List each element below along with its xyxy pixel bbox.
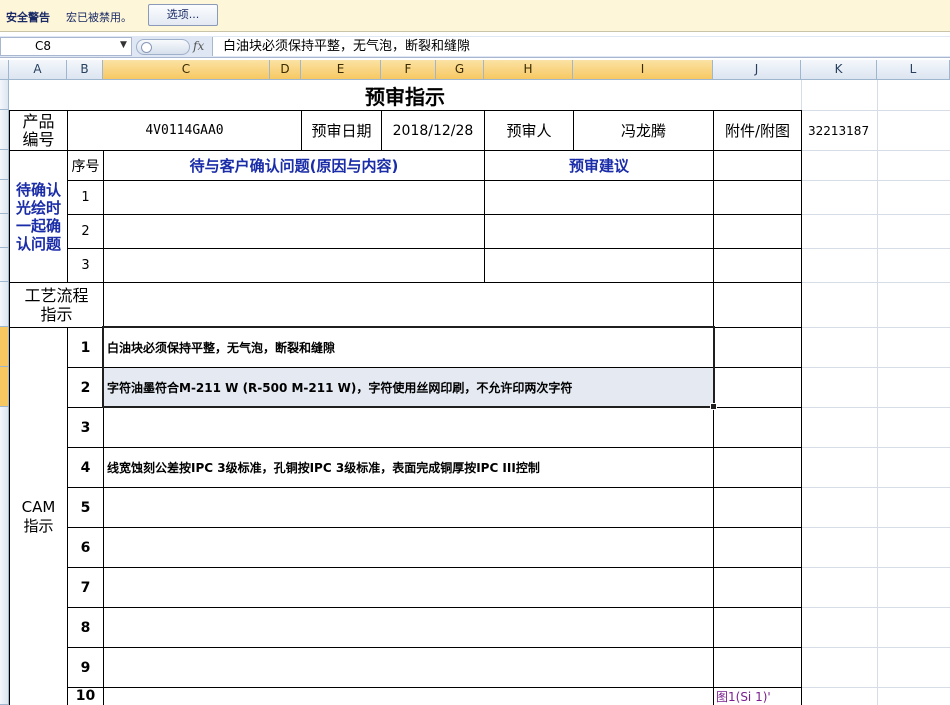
product-code-label[interactable]: 产品编号 (9, 110, 68, 151)
cam-row-number[interactable]: 7 (67, 567, 104, 608)
confirm-advice-cell[interactable] (484, 180, 714, 215)
attachment-cell[interactable] (713, 487, 802, 528)
attachment-cell[interactable] (713, 180, 802, 215)
cam-row-number[interactable]: 10 (67, 687, 104, 705)
attachment-cell[interactable] (713, 567, 802, 608)
attachment-cell[interactable] (713, 282, 802, 328)
attachment-link-cell[interactable]: 图1(Si 1)' (713, 687, 802, 705)
attachment-cell[interactable] (713, 607, 802, 648)
attachment-cell[interactable] (713, 447, 802, 488)
cam-instruction-cell[interactable] (103, 687, 714, 705)
cam-row-number[interactable]: 6 (67, 527, 104, 568)
cam-row-number[interactable]: 8 (67, 607, 104, 648)
fill-handle[interactable] (710, 403, 717, 410)
confirm-issue-cell[interactable] (103, 214, 485, 249)
review-date-label[interactable]: 预审日期 (301, 110, 382, 151)
confirm-row-number[interactable]: 1 (67, 180, 104, 215)
cam-row-number[interactable]: 9 (67, 647, 104, 688)
cam-row-number[interactable]: 5 (67, 487, 104, 528)
confirm-advice-cell[interactable] (484, 248, 714, 283)
issue-header[interactable]: 待与客户确认问题(原因与内容) (103, 150, 485, 181)
cam-instruction-cell[interactable] (103, 567, 714, 608)
confirm-issue-cell[interactable] (103, 248, 485, 283)
seq-header[interactable]: 序号 (67, 150, 104, 181)
cam-row-number[interactable]: 4 (67, 447, 104, 488)
product-code-value[interactable]: 4V0114GAA0 (67, 110, 302, 151)
confirm-section-label-text: 待确认光绘时一起确认问题 (15, 180, 61, 253)
confirm-section-label[interactable]: 待确认光绘时一起确认问题 (9, 150, 68, 283)
cam-row-number[interactable]: 3 (67, 407, 104, 448)
review-date-value[interactable]: 2018/12/28 (381, 110, 485, 151)
sheet-title[interactable]: 预审指示 (9, 80, 801, 111)
cam-instruction-cell[interactable] (103, 607, 714, 648)
cam-label[interactable]: CAM指示 (9, 327, 68, 705)
advice-header[interactable]: 预审建议 (484, 150, 714, 181)
cam-instruction-cell[interactable] (103, 527, 714, 568)
cam-row-number[interactable]: 1 (67, 327, 104, 368)
selection-range (102, 326, 715, 408)
confirm-advice-cell[interactable] (484, 214, 714, 249)
attachment-cell[interactable] (713, 527, 802, 568)
confirm-issue-cell[interactable] (103, 180, 485, 215)
attachment-cell[interactable] (713, 407, 802, 448)
attachment-cell[interactable] (713, 214, 802, 249)
attachment-cell[interactable] (713, 150, 802, 181)
attachment-cell[interactable] (713, 367, 802, 408)
cam-label-text: CAM指示 (21, 497, 56, 535)
confirm-row-number[interactable]: 2 (67, 214, 104, 249)
cam-instruction-cell[interactable]: 线宽蚀刻公差按IPC 3级标准，孔铜按IPC 3级标准，表面完成铜厚按IPC I… (103, 447, 714, 488)
cam-instruction-cell[interactable] (103, 647, 714, 688)
product-code-label-text: 产品编号 (22, 111, 55, 149)
process-content-cell[interactable] (103, 282, 714, 328)
confirm-row-number[interactable]: 3 (67, 248, 104, 283)
cam-row-number[interactable]: 2 (67, 367, 104, 408)
reviewer-label[interactable]: 预审人 (484, 110, 574, 151)
side-number[interactable]: 32213187 (803, 110, 877, 151)
process-label-text: 工艺流程指示 (24, 286, 89, 324)
attachment-cell[interactable] (713, 647, 802, 688)
attachment-cell[interactable] (713, 327, 802, 368)
reviewer-value[interactable]: 冯龙腾 (573, 110, 714, 151)
cam-instruction-cell[interactable] (103, 407, 714, 448)
process-label[interactable]: 工艺流程指示 (9, 282, 104, 328)
cam-instruction-cell[interactable] (103, 487, 714, 528)
attachment-label[interactable]: 附件/附图 (713, 110, 802, 151)
attachment-cell[interactable] (713, 248, 802, 283)
